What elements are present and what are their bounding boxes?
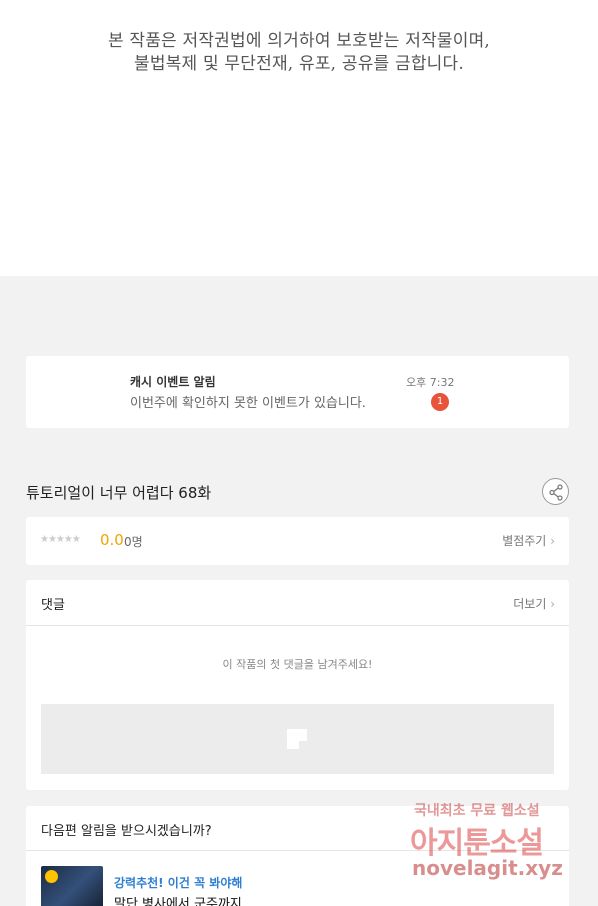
rating-score: 0.0 xyxy=(100,531,124,549)
comments-header: 댓글 더보기 › xyxy=(26,580,569,626)
rating-count: 0명 xyxy=(124,535,143,549)
comments-section: 댓글 더보기 › 이 작품의 첫 댓글을 남겨주세요! xyxy=(26,580,569,790)
comments-title: 댓글 xyxy=(41,598,65,613)
cash-event-notice[interactable]: 캐시 이벤트 알림 이번주에 확인하지 못한 이벤트가 있습니다. 오후 7:3… xyxy=(26,356,569,428)
next-episode-alert: 다음편 알림을 받으시겠습니까? 강력추천! 이건 꼭 봐야해 말단 병사에서 … xyxy=(26,806,569,906)
recommendation-label[interactable]: 강력추천! 이건 꼭 봐야해 xyxy=(114,874,242,891)
rating-stars: ★★★★★ xyxy=(40,534,81,545)
rate-button[interactable]: 별점주기 › xyxy=(502,532,555,549)
content-end-area: 본 작품은 저작권법에 의거하여 보호받는 저작물이며, 불법복제 및 무단전재… xyxy=(0,0,598,276)
notice-title: 캐시 이벤트 알림 xyxy=(130,375,216,389)
comments-more-label: 더보기 xyxy=(513,597,547,611)
comments-more-button[interactable]: 더보기 › xyxy=(513,595,555,612)
chevron-right-icon: › xyxy=(550,597,555,611)
notice-time: 오후 7:32 xyxy=(406,376,455,389)
ad-placeholder[interactable] xyxy=(41,704,554,774)
recommendation-thumbnail[interactable] xyxy=(41,866,103,906)
copyright-notice: 본 작품은 저작권법에 의거하여 보호받는 저작물이며, 불법복제 및 무단전재… xyxy=(0,30,598,76)
share-button[interactable] xyxy=(542,478,569,505)
copyright-line-2: 불법복제 및 무단전재, 유포, 공유를 금합니다. xyxy=(134,54,464,74)
clock-icon xyxy=(45,870,58,883)
rate-button-label: 별점주기 xyxy=(502,534,547,548)
copyright-line-1: 본 작품은 저작권법에 의거하여 보호받는 저작물이며, xyxy=(107,31,491,51)
notice-body: 이번주에 확인하지 못한 이벤트가 있습니다. xyxy=(130,396,366,411)
episode-title: 튜토리얼이 너무 어렵다 68화 xyxy=(26,484,212,502)
share-icon xyxy=(549,484,563,501)
rating-bar: ★★★★★ 0.0 0명 별점주기 › xyxy=(26,517,569,565)
comments-empty-message: 이 작품의 첫 댓글을 남겨주세요! xyxy=(222,658,373,671)
next-alert-question: 다음편 알림을 받으시겠습니까? xyxy=(41,824,212,839)
chevron-right-icon: › xyxy=(550,534,555,548)
image-placeholder-icon xyxy=(287,729,307,749)
notice-count-badge: 1 xyxy=(431,393,449,411)
next-alert-header: 다음편 알림을 받으시겠습니까? xyxy=(26,806,569,851)
recommendation-title[interactable]: 말단 병사에서 군주까지 xyxy=(114,893,242,906)
